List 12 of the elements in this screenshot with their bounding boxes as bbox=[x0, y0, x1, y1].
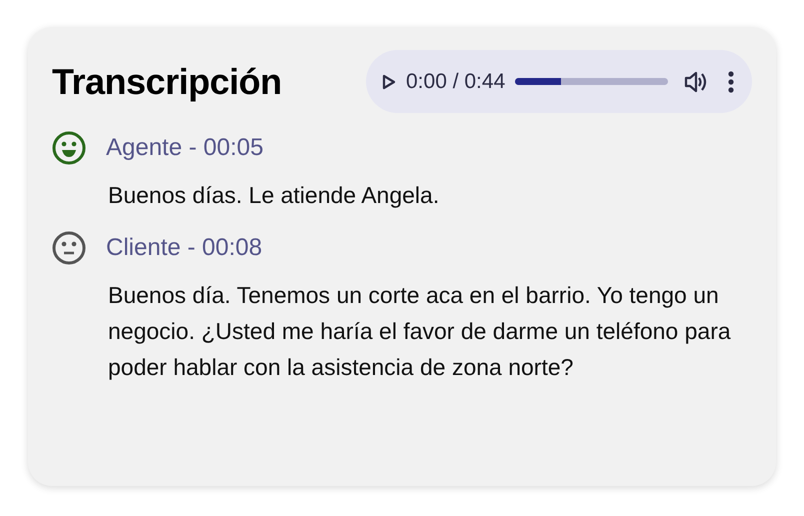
transcript-text: Buenos día. Tenemos un corte aca en el barrio. Yo tengo un negocio. ¿Usted me haría el favor de darme un teléfono para poder hablar con la asistencia de zona norte? bbox=[108, 281, 732, 382]
more-options-icon[interactable] bbox=[728, 70, 734, 92]
transcript-text: Buenos días. Le atiende Angela. bbox=[108, 181, 440, 210]
volume-icon[interactable] bbox=[684, 70, 708, 92]
smiley-face-icon bbox=[52, 131, 86, 165]
speaker-timestamp: Cliente - 00:08 bbox=[106, 234, 262, 262]
progress-track[interactable] bbox=[515, 78, 668, 85]
card-title: Transcripción bbox=[52, 60, 282, 102]
play-button[interactable] bbox=[382, 74, 396, 90]
speaker-timestamp: Agente - 00:05 bbox=[106, 134, 264, 162]
time-display: 0:00 / 0:44 bbox=[406, 70, 506, 94]
neutral-face-icon bbox=[52, 231, 86, 265]
